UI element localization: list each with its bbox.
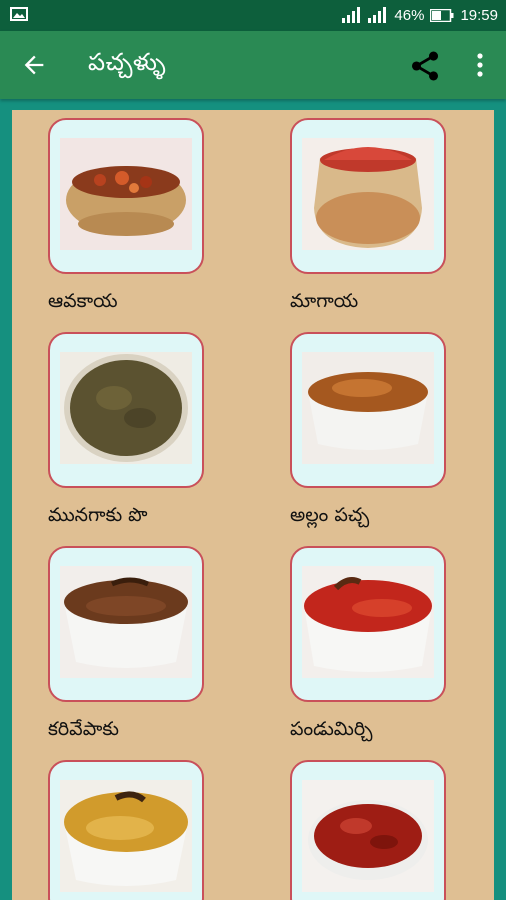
item-card-avakaya[interactable] — [48, 118, 204, 274]
status-right: 46% 19:59 — [342, 5, 498, 25]
item-card-pandumirchi[interactable] — [290, 546, 446, 702]
back-arrow-icon[interactable] — [20, 51, 48, 79]
item-card-magaya[interactable] — [290, 118, 446, 274]
item-card-yellow-pickle[interactable] — [48, 760, 204, 900]
item-card-munagaku-podi[interactable] — [48, 332, 204, 488]
more-vert-icon[interactable] — [470, 51, 490, 79]
red-chilli-pickle-bowl-image — [302, 566, 434, 678]
status-bar: 46% 19:59 — [0, 0, 506, 31]
app-bar: పచ్చళ్ళు — [0, 31, 506, 99]
item-card-allam-pachadi[interactable] — [290, 332, 446, 488]
red-pickle-jar-image — [302, 138, 434, 250]
curry-leaf-pickle-bowl-image — [60, 566, 192, 678]
item-label: మునగాకు పొ — [48, 504, 148, 526]
mango-pickle-bowl-image — [302, 780, 434, 892]
share-icon[interactable] — [408, 49, 442, 83]
battery-percent: 46% — [394, 6, 425, 24]
item-label: అల్లం పచ్చ — [290, 504, 370, 526]
powder-plate-image — [60, 352, 192, 464]
gallery-notification-icon — [10, 7, 28, 21]
clock: 19:59 — [460, 6, 498, 24]
item-label: మాగాయ — [290, 290, 359, 312]
item-label: ఆవకాయ — [48, 290, 118, 312]
ginger-chutney-bowl-image — [302, 352, 434, 464]
item-card-mango-pickle[interactable] — [290, 760, 446, 900]
clay-pot-pickle-image — [60, 138, 192, 250]
battery-icon — [430, 8, 454, 22]
item-label: కరివేపాకు — [48, 718, 119, 740]
pickle-grid-panel: ఆవకాయ మాగాయ మునగాకు పొ అల్లం పచ్చ కరివేప… — [12, 110, 494, 900]
item-card-karivepaku[interactable] — [48, 546, 204, 702]
signal-icon — [342, 7, 361, 23]
signal-icon — [368, 7, 387, 23]
page-title: పచ్చళ్ళు — [88, 48, 167, 76]
item-label: పండుమిర్చి — [290, 718, 373, 740]
yellow-pickle-bowl-image — [60, 780, 192, 892]
